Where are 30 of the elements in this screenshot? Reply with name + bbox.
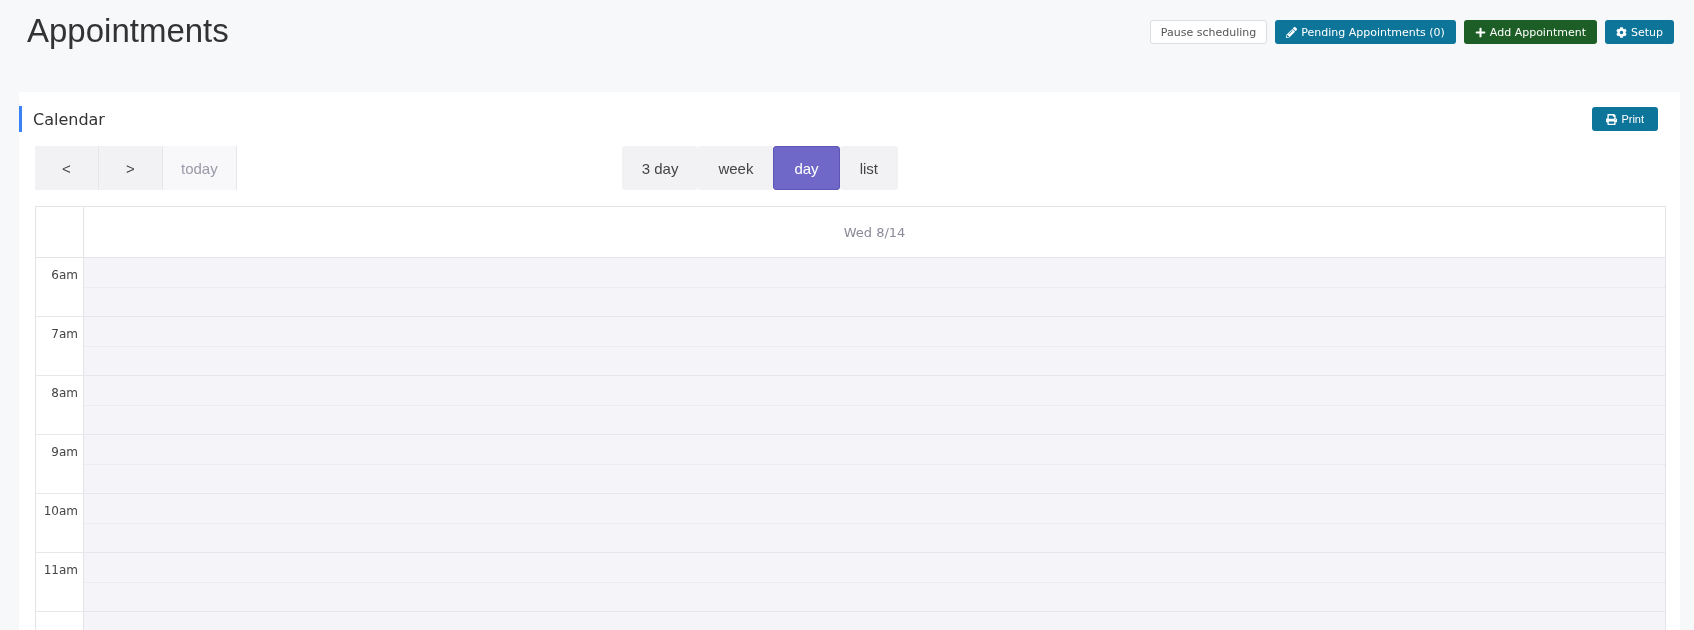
time-slot[interactable] — [84, 553, 1665, 611]
column-header: Wed 8/14 — [842, 223, 907, 242]
calendar-title: Calendar — [19, 106, 105, 132]
setup-button[interactable]: Setup — [1604, 20, 1674, 44]
page-title: Appointments — [27, 12, 229, 50]
time-slot[interactable] — [84, 435, 1665, 493]
nav-button[interactable]: > — [99, 146, 163, 190]
pencil-icon — [1286, 26, 1298, 38]
hour-label: 9am — [51, 445, 78, 459]
time-slot[interactable] — [84, 258, 1665, 316]
hour-label: 8am — [51, 386, 78, 400]
print-button[interactable]: Print — [1592, 107, 1658, 131]
hour-label: 11am — [43, 563, 78, 577]
add-appointment-button[interactable]: Add Appointment — [1463, 20, 1597, 44]
pending-appointments-button[interactable]: Pending Appointments (0) — [1275, 20, 1456, 44]
hour-label: 10am — [43, 504, 78, 518]
plus-icon — [1474, 26, 1486, 38]
view-tab[interactable]: 3 day — [621, 146, 699, 190]
hour-label: 6am — [51, 268, 78, 282]
view-tab[interactable]: week — [698, 146, 774, 190]
pause-scheduling-button[interactable]: Pause scheduling — [1149, 20, 1268, 44]
time-slot[interactable] — [84, 376, 1665, 434]
view-tab[interactable]: list — [839, 146, 898, 190]
settings-icon — [1615, 26, 1627, 38]
hour-label: 7am — [51, 327, 78, 341]
printer-icon — [1606, 113, 1618, 125]
time-slot[interactable] — [84, 317, 1665, 375]
nav-button[interactable]: < — [35, 146, 99, 190]
time-slot[interactable] — [84, 494, 1665, 552]
view-tab[interactable]: day — [773, 146, 840, 190]
